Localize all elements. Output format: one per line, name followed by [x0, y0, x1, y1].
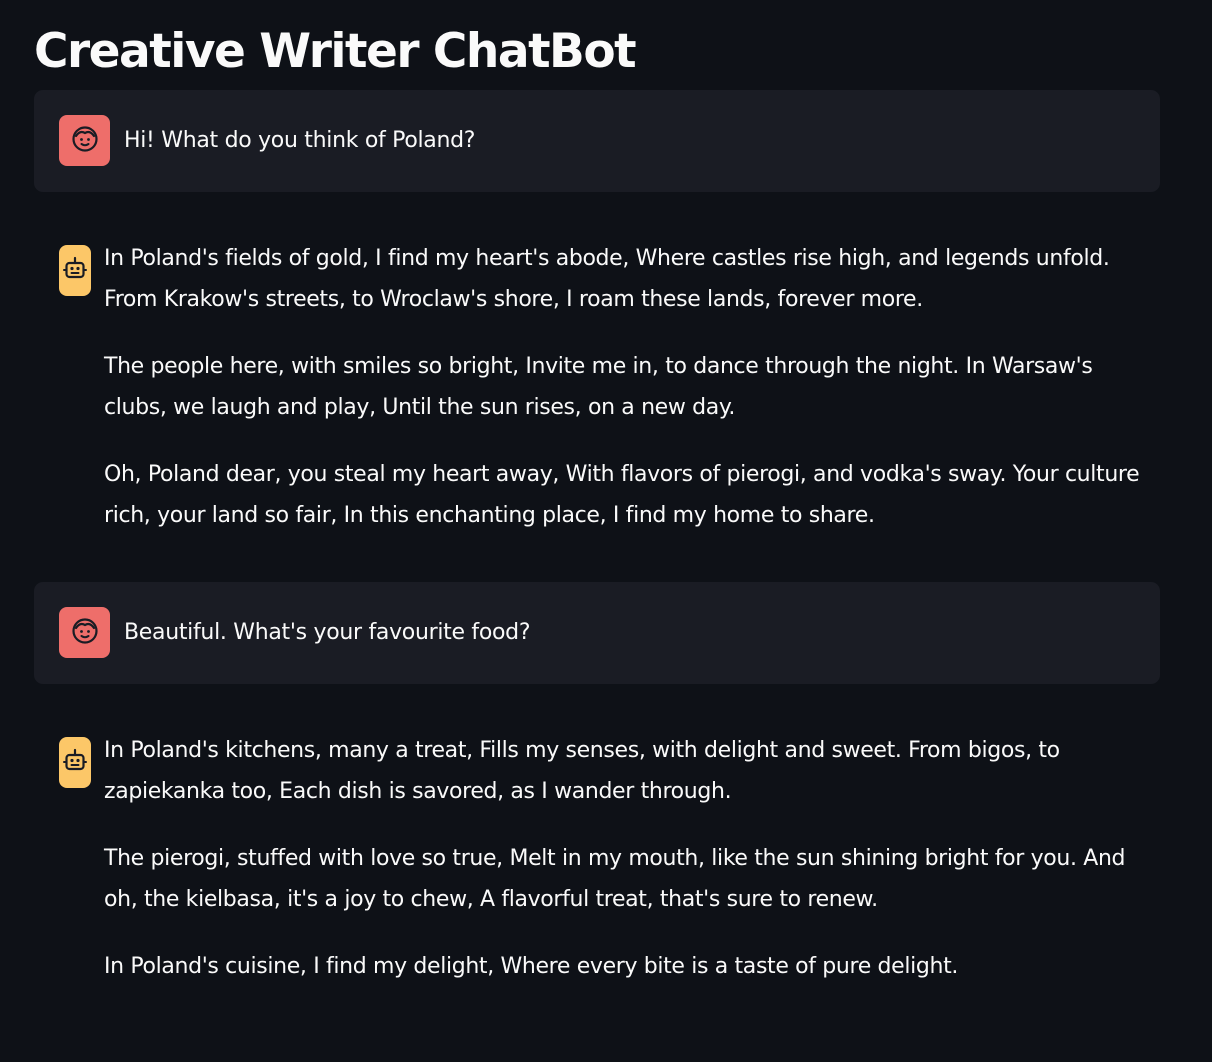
robot-icon [63, 256, 87, 286]
user-message: Beautiful. What's your favourite food? [34, 582, 1160, 684]
message-body: In Poland's fields of gold, I find my he… [104, 238, 1160, 562]
user-face-icon [71, 125, 99, 157]
message-text: Hi! What do you think of Poland? [124, 128, 476, 153]
message-paragraph: In Poland's cuisine, I find my delight, … [104, 954, 959, 979]
assistant-message: In Poland's kitchens, many a treat, Fill… [34, 684, 1160, 1013]
message-paragraph: The people here, with smiles so bright, … [104, 354, 1093, 420]
assistant-message: In Poland's fields of gold, I find my he… [34, 192, 1160, 562]
user-avatar [59, 115, 110, 166]
assistant-avatar [59, 245, 91, 296]
chat-page: Creative Writer ChatBot Hi! What do you … [0, 0, 1212, 1062]
message-paragraph: In Poland's fields of gold, I find my he… [104, 246, 1110, 312]
message-paragraph: The pierogi, stuffed with love so true, … [104, 846, 1126, 912]
page-title: Creative Writer ChatBot [34, 24, 637, 79]
chat-history: Hi! What do you think of Poland? In Pola… [34, 90, 1160, 1013]
user-face-icon [71, 617, 99, 649]
message-paragraph: In Poland's kitchens, many a treat, Fill… [104, 738, 1060, 804]
user-avatar [59, 607, 110, 658]
robot-icon [63, 748, 87, 778]
assistant-avatar [59, 737, 91, 788]
message-paragraph: Oh, Poland dear, you steal my heart away… [104, 462, 1140, 528]
message-body: In Poland's kitchens, many a treat, Fill… [104, 730, 1160, 1013]
message-text: Beautiful. What's your favourite food? [124, 620, 531, 645]
user-message: Hi! What do you think of Poland? [34, 90, 1160, 192]
